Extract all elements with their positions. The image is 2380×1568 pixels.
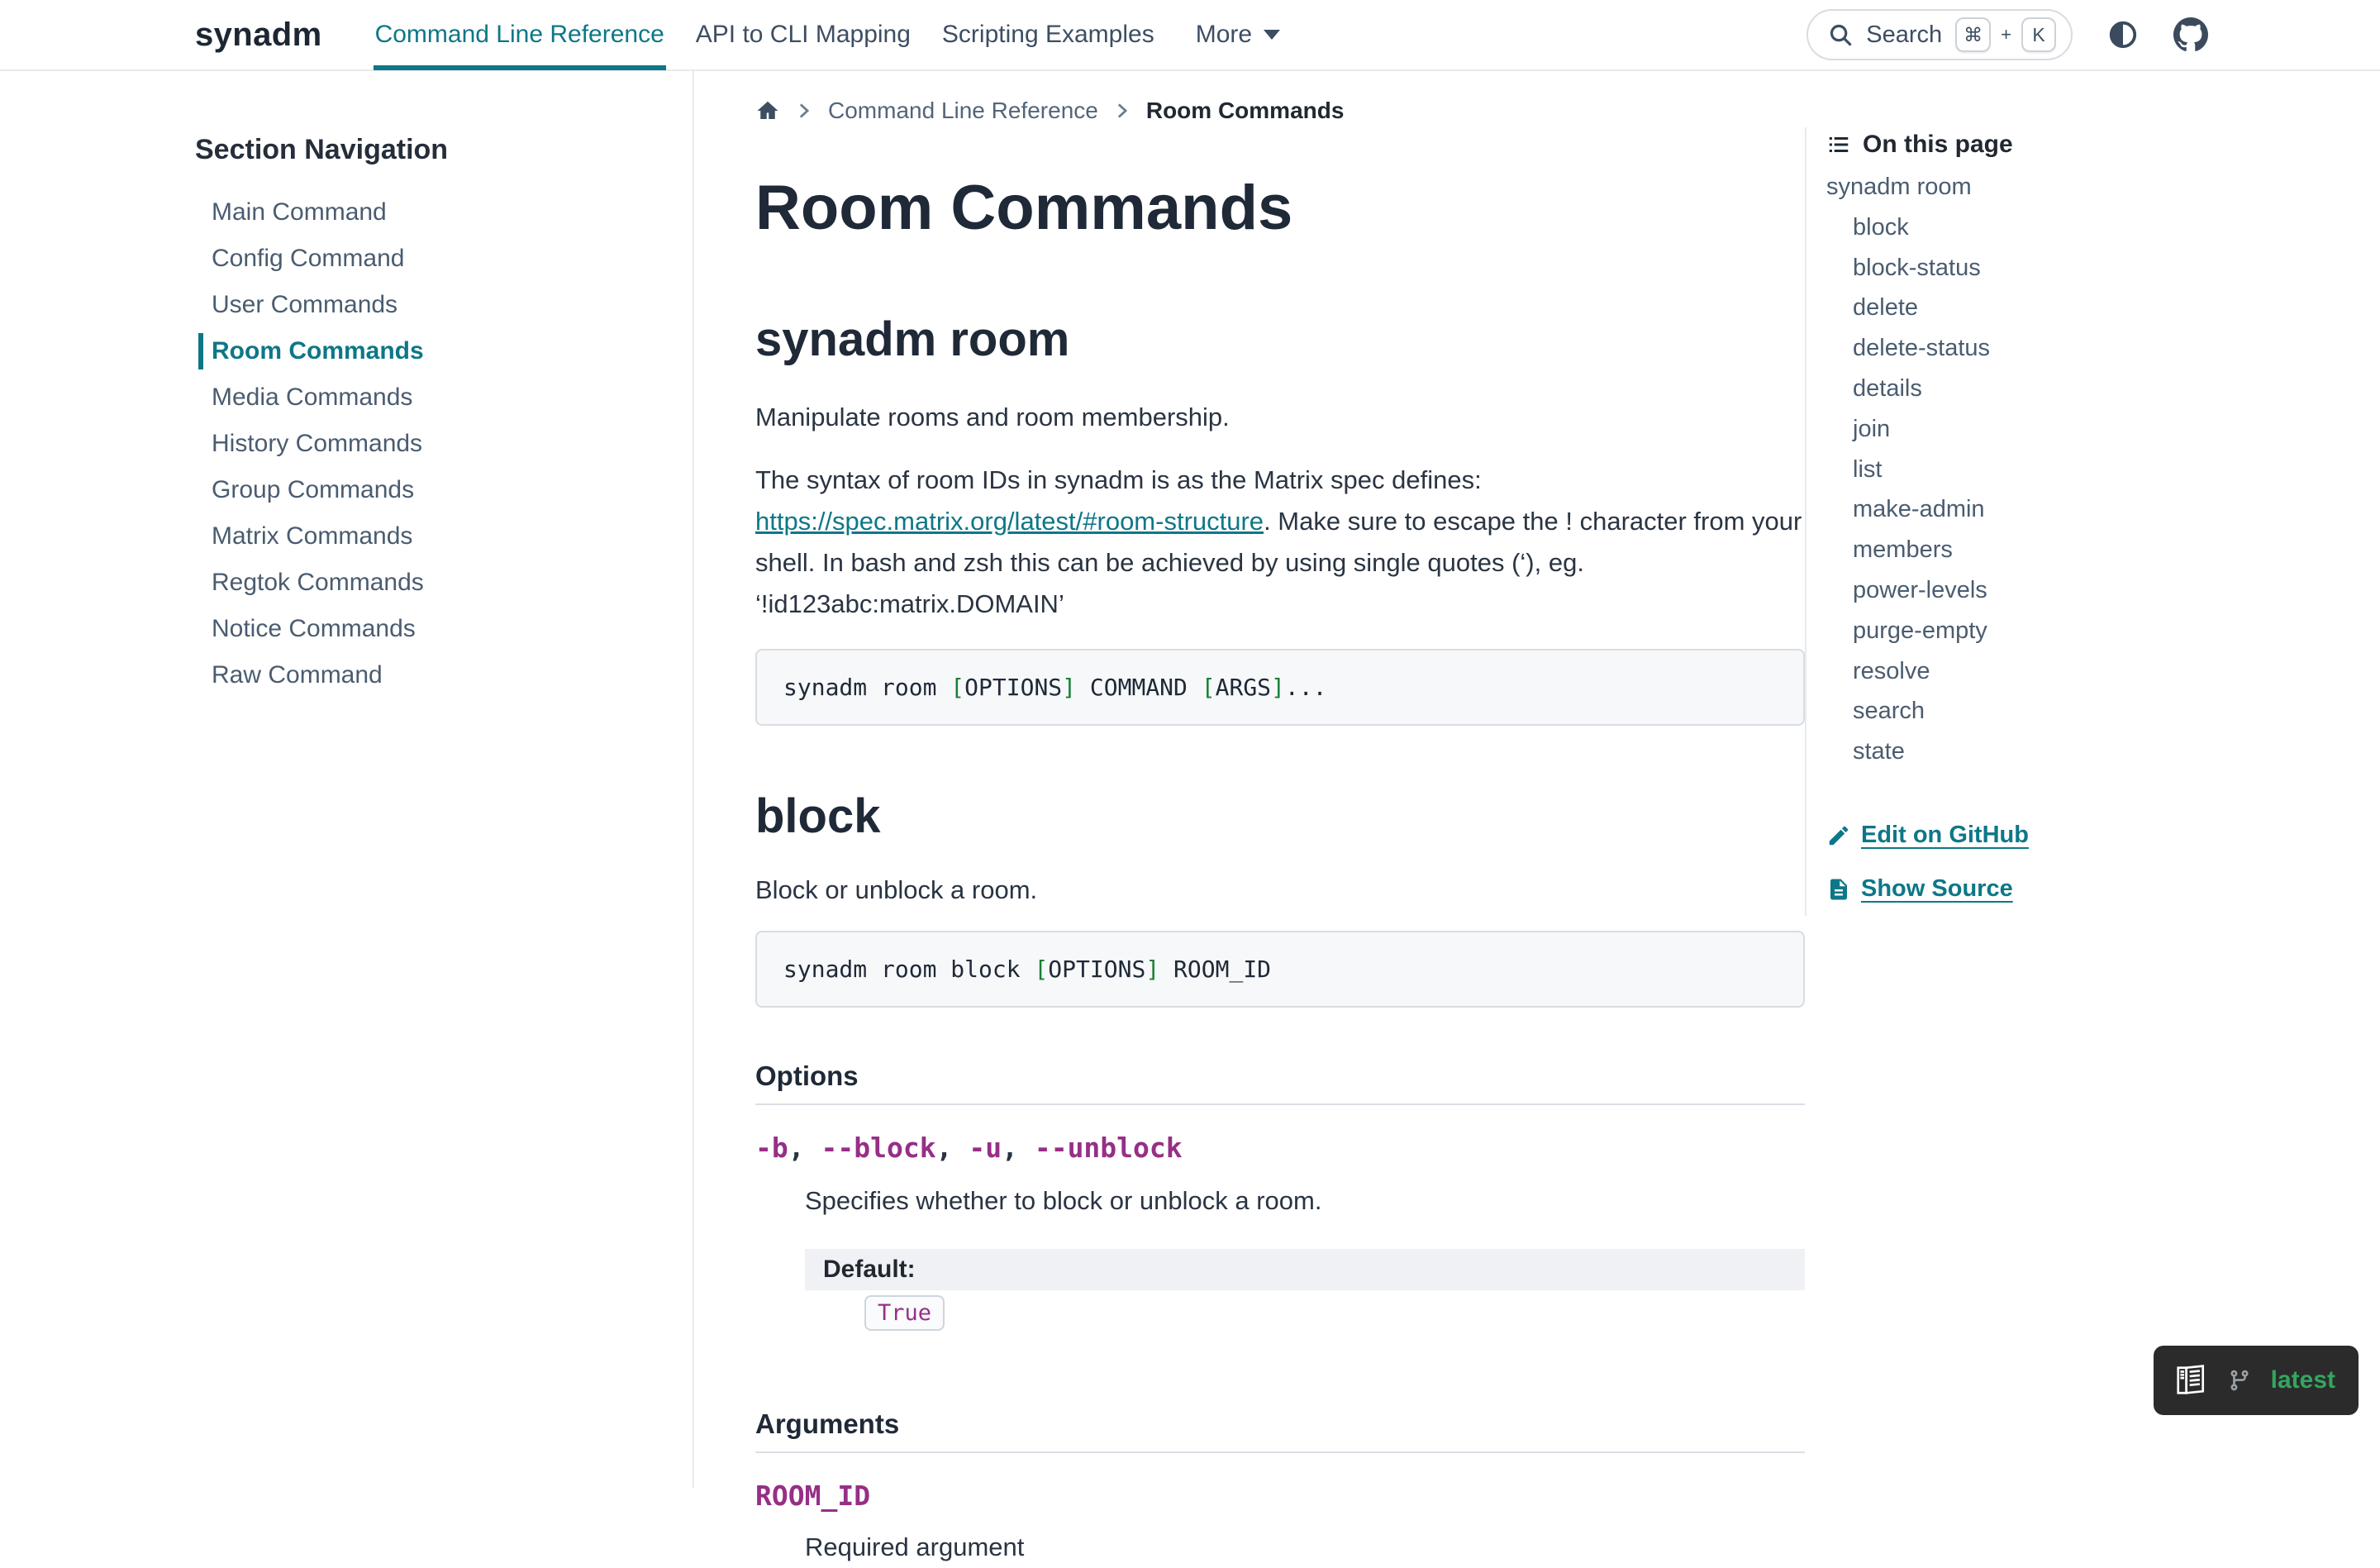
search-label: Search xyxy=(1866,21,1942,49)
nav-more-label: More xyxy=(1196,21,1252,49)
default-value-chip: True xyxy=(864,1295,945,1331)
cmd-key: ⌘ xyxy=(1955,17,1991,52)
section-navigation-sidebar: Section Navigation Main Command Config C… xyxy=(0,71,694,1488)
nav-api-to-cli-mapping[interactable]: API to CLI Mapping xyxy=(694,0,912,70)
sidebar-item-main-command[interactable]: Main Command xyxy=(212,189,653,236)
search-icon xyxy=(1828,22,1853,47)
sidebar-item-history-commands[interactable]: History Commands xyxy=(212,421,653,467)
default-value-row: True xyxy=(864,1295,1805,1331)
sidebar-item-config-command[interactable]: Config Command xyxy=(212,236,653,282)
toc-utility-links: Edit on GitHub Show Source xyxy=(1826,822,2363,903)
sidebar-item-raw-command[interactable]: Raw Command xyxy=(212,652,653,698)
site-logo[interactable]: synadm xyxy=(195,17,322,54)
k-key: K xyxy=(2021,17,2056,52)
chevron-right-icon xyxy=(795,102,813,120)
toc-item-block-status[interactable]: block-status xyxy=(1853,248,2363,288)
search-button[interactable]: Search ⌘ + K xyxy=(1806,9,2073,60)
paragraph-room-id-syntax: The syntax of room IDs in synadm is as t… xyxy=(755,460,1805,626)
nav-more-dropdown[interactable]: More xyxy=(1194,0,1282,70)
toc-item-join[interactable]: join xyxy=(1853,409,2363,450)
toc-item-make-admin[interactable]: make-admin xyxy=(1853,490,2363,531)
heading-synadm-room: synadm room xyxy=(755,310,1805,370)
theme-toggle-icon[interactable] xyxy=(2107,19,2139,50)
page-layout: Section Navigation Main Command Config C… xyxy=(0,71,2380,1488)
toc-item-power-levels[interactable]: power-levels xyxy=(1853,570,2363,611)
show-source-link[interactable]: Show Source xyxy=(1826,875,2363,903)
git-branch-icon xyxy=(2228,1369,2251,1392)
nav-command-line-reference[interactable]: Command Line Reference xyxy=(374,0,666,70)
toc-heading: On this page xyxy=(1826,131,2363,159)
sidebar-title: Section Navigation xyxy=(195,134,653,166)
main-content: Command Line Reference Room Commands Roo… xyxy=(694,71,1805,1488)
code-block-room-block: synadm room block [OPTIONS] ROOM_ID xyxy=(755,931,1805,1008)
option-signature: -b, --block, -u, --unblock xyxy=(755,1132,1805,1164)
caret-down-icon xyxy=(1264,30,1280,40)
option-description: Specifies whether to block or unblock a … xyxy=(805,1180,1805,1222)
version-label[interactable]: latest xyxy=(2271,1366,2335,1394)
code-block-synadm-room: synadm room [OPTIONS] COMMAND [ARGS]... xyxy=(755,649,1805,726)
sidebar-item-user-commands[interactable]: User Commands xyxy=(212,282,653,328)
paragraph-block-desc: Block or unblock a room. xyxy=(755,870,1805,911)
toc-item-block[interactable]: block xyxy=(1853,207,2363,248)
sidebar-item-matrix-commands[interactable]: Matrix Commands xyxy=(212,513,653,560)
breadcrumb: Command Line Reference Room Commands xyxy=(755,98,1805,124)
rubric-arguments: Arguments xyxy=(755,1408,1805,1453)
sidebar-item-media-commands[interactable]: Media Commands xyxy=(212,374,653,421)
primary-nav: Command Line Reference API to CLI Mappin… xyxy=(374,0,1282,70)
page-title: Room Commands xyxy=(755,169,1805,247)
page-toc: On this page synadm room block block-sta… xyxy=(1805,71,2380,1488)
default-label: Default: xyxy=(805,1249,1805,1290)
toc-item-details[interactable]: details xyxy=(1853,369,2363,409)
nav-scripting-examples[interactable]: Scripting Examples xyxy=(940,0,1156,70)
heading-block: block xyxy=(755,787,1805,847)
page-toc-inner: On this page synadm room block block-sta… xyxy=(1805,127,2380,916)
toc-item-delete-status[interactable]: delete-status xyxy=(1853,328,2363,369)
toc-item-synadm-room[interactable]: synadm room xyxy=(1826,174,2363,201)
sidebar-item-notice-commands[interactable]: Notice Commands xyxy=(212,606,653,652)
sidebar-item-regtok-commands[interactable]: Regtok Commands xyxy=(212,560,653,606)
pencil-icon xyxy=(1826,823,1851,848)
toc-item-state[interactable]: state xyxy=(1853,732,2363,772)
chevron-right-icon xyxy=(1113,102,1131,120)
github-icon[interactable] xyxy=(2173,17,2208,52)
toc-item-list[interactable]: list xyxy=(1853,450,2363,490)
toc-item-delete[interactable]: delete xyxy=(1853,288,2363,329)
toc-item-members[interactable]: members xyxy=(1853,530,2363,570)
edit-on-github-link[interactable]: Edit on GitHub xyxy=(1826,822,2363,849)
toc-item-search[interactable]: search xyxy=(1853,692,2363,732)
toc-item-purge-empty[interactable]: purge-empty xyxy=(1853,611,2363,651)
list-icon xyxy=(1826,132,1851,157)
book-icon xyxy=(2173,1362,2208,1399)
toc-list: block block-status delete delete-status … xyxy=(1826,207,2363,772)
file-icon xyxy=(1826,877,1851,902)
matrix-spec-link[interactable]: https://spec.matrix.org/latest/#room-str… xyxy=(755,507,1264,536)
top-navbar: synadm Command Line Reference API to CLI… xyxy=(0,0,2380,71)
breadcrumb-current: Room Commands xyxy=(1146,98,1345,124)
sidebar-item-group-commands[interactable]: Group Commands xyxy=(212,467,653,513)
home-icon[interactable] xyxy=(755,98,780,123)
toc-item-resolve[interactable]: resolve xyxy=(1853,651,2363,692)
breadcrumb-link[interactable]: Command Line Reference xyxy=(828,98,1098,124)
argument-description: Required argument xyxy=(805,1527,1805,1568)
plus-separator: + xyxy=(2001,24,2011,45)
sidebar-item-room-commands[interactable]: Room Commands xyxy=(212,328,653,374)
argument-name: ROOM_ID xyxy=(755,1480,1805,1512)
rubric-options: Options xyxy=(755,1060,1805,1105)
sidebar-list: Main Command Config Command User Command… xyxy=(195,189,653,698)
readthedocs-version-flyout[interactable]: latest xyxy=(2154,1346,2359,1415)
navbar-right-group: Search ⌘ + K xyxy=(1806,9,2208,60)
paragraph-intro: Manipulate rooms and room membership. xyxy=(755,397,1805,438)
